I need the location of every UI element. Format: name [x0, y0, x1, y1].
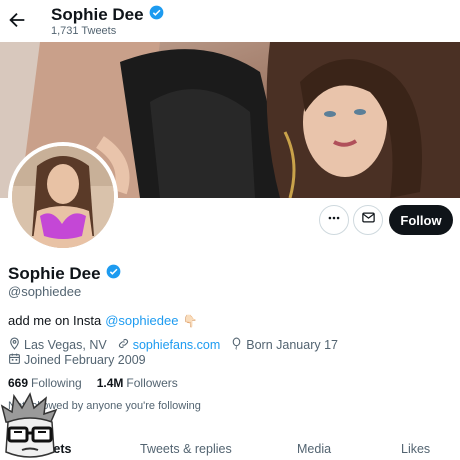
website-item: sophiefans.com — [117, 337, 221, 353]
mail-icon — [361, 210, 376, 230]
header-name: Sophie Dee — [51, 5, 144, 24]
following-count: 669 — [8, 376, 29, 390]
tab-tweets-replies[interactable]: Tweets & replies — [140, 442, 232, 456]
verified-badge-icon — [149, 5, 164, 25]
avatar[interactable] — [8, 142, 118, 252]
more-horizontal-icon — [327, 211, 341, 230]
location-pin-icon — [8, 337, 24, 353]
tweet-count: 1,731 Tweets — [51, 25, 117, 37]
profile-handle: @sophiedee — [8, 284, 82, 299]
profile-tabs: Tweets Tweets & replies Media Likes — [0, 436, 460, 460]
location-item: Las Vegas, NV — [8, 337, 107, 353]
joined-text: Joined February 2009 — [24, 353, 146, 367]
link-icon — [117, 337, 133, 353]
verified-badge-icon — [106, 264, 121, 284]
followers-stat[interactable]: 1.4M Followers — [97, 376, 178, 390]
follow-stats: 669 Following 1.4M Followers — [8, 376, 193, 390]
location-text: Las Vegas, NV — [24, 338, 107, 352]
calendar-icon — [8, 352, 24, 368]
arrow-left-icon[interactable] — [6, 9, 28, 31]
header-title: Sophie Dee — [51, 5, 164, 25]
pointing-down-emoji: 👇🏻 — [182, 313, 198, 328]
website-link[interactable]: sophiefans.com — [133, 338, 221, 352]
following-stat[interactable]: 669 Following — [8, 376, 82, 390]
profile-meta: Las Vegas, NV sophiefans.com Born Januar… — [8, 337, 348, 353]
birthday-item: Born January 17 — [230, 337, 338, 353]
bio-text: add me on Insta — [8, 313, 102, 328]
followers-label: Followers — [126, 376, 178, 390]
profile-name: Sophie Dee — [8, 264, 121, 284]
profile-meta-joined: Joined February 2009 — [8, 352, 156, 368]
following-label: Following — [31, 376, 82, 390]
joined-item: Joined February 2009 — [8, 352, 146, 368]
tab-media[interactable]: Media — [297, 442, 331, 456]
balloon-icon — [230, 337, 246, 353]
followers-count: 1.4M — [96, 376, 124, 390]
mascot-watermark-icon — [0, 392, 60, 460]
top-bar: Sophie Dee 1,731 Tweets — [0, 0, 460, 42]
display-name: Sophie Dee — [8, 264, 101, 283]
follow-button[interactable]: Follow — [389, 205, 453, 235]
bio-mention-link[interactable]: @sophiedee — [105, 313, 178, 328]
message-button[interactable] — [353, 205, 383, 235]
tab-likes[interactable]: Likes — [401, 442, 430, 456]
birthday-text: Born January 17 — [246, 338, 338, 352]
profile-bio: add me on Insta @sophiedee 👇🏻 — [8, 313, 197, 328]
more-button[interactable] — [319, 205, 349, 235]
